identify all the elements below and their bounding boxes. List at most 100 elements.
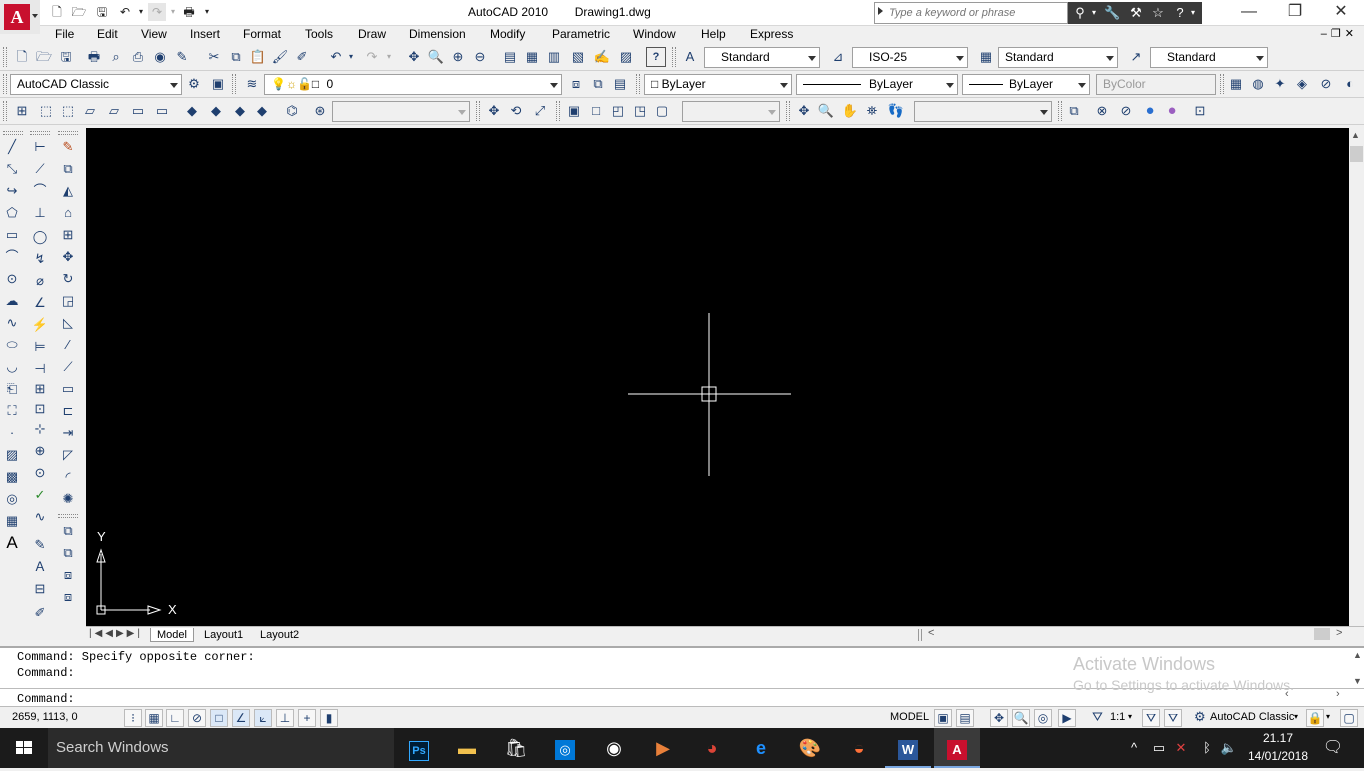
3d-fly-icon[interactable]: 👣	[886, 101, 906, 121]
spline-icon[interactable]: ∿	[2, 313, 22, 333]
aligned-dimension-icon[interactable]: ⟋	[30, 159, 50, 179]
minimize-button[interactable]: —	[1226, 0, 1272, 26]
object-snap-tracking-icon[interactable]: ⟀	[254, 709, 272, 727]
back-view-icon[interactable]: ▭	[152, 101, 172, 121]
offset-icon[interactable]: ⌂	[58, 203, 78, 223]
polyline-icon[interactable]: ↪	[2, 181, 22, 201]
dimension-text-edit-icon[interactable]: ✎	[30, 535, 50, 555]
copy-object-icon[interactable]: ⧉	[58, 159, 78, 179]
chrome-app-icon[interactable]: ◕	[689, 728, 735, 768]
tray-overflow-icon[interactable]: ^	[1126, 728, 1142, 768]
ordinate-dimension-icon[interactable]: ⊥	[30, 203, 50, 223]
trim-icon[interactable]: ⁄	[58, 335, 78, 355]
arc-icon[interactable]: ⌒	[2, 247, 22, 267]
scale-icon[interactable]: ◲	[58, 291, 78, 311]
left-view-icon[interactable]: ▱	[80, 101, 100, 121]
inspection-icon[interactable]: ⊙	[30, 463, 50, 483]
polygon-icon[interactable]: ⬠	[2, 203, 22, 223]
close-button[interactable]: ✕	[1318, 0, 1364, 26]
clock-time[interactable]: 21.17	[1248, 731, 1308, 745]
toolbar-grip[interactable]	[3, 74, 7, 94]
qplot-icon[interactable]: 🖶	[180, 3, 198, 21]
command-prompt[interactable]: Command:	[17, 692, 75, 706]
publish-icon[interactable]: ⎙	[128, 47, 148, 67]
annotation-scale-value[interactable]: 1:1	[1110, 711, 1125, 723]
toolbar-grip[interactable]	[3, 101, 7, 121]
qundo-dropdown-icon[interactable]: ▾	[136, 3, 146, 21]
render-materials-icon[interactable]: ◈	[1292, 74, 1312, 94]
menu-file[interactable]: File	[55, 27, 74, 41]
tab-layout2[interactable]: Layout2	[260, 628, 299, 642]
favorites-star-icon[interactable]: ☆	[1150, 5, 1166, 21]
move-icon[interactable]: ✥	[58, 247, 78, 267]
save-icon[interactable]: 🖫	[56, 47, 76, 67]
center-mark-icon[interactable]: ⊕	[30, 441, 50, 461]
paint-app-icon[interactable]: 🎨	[787, 728, 833, 768]
named-views-icon[interactable]: ⊛	[310, 101, 330, 121]
menu-draw[interactable]: Draw	[358, 27, 386, 41]
subscription-center-icon[interactable]: 🔧	[1104, 5, 1120, 21]
auto-scale-icon[interactable]: ⛛	[1164, 709, 1182, 727]
search-dropdown-icon[interactable]: ▾	[1090, 5, 1098, 21]
undo-dropdown-icon[interactable]: ▾	[346, 47, 356, 67]
diameter-dimension-icon[interactable]: ⌀	[30, 271, 50, 291]
tool-palettes-icon[interactable]: ▥	[544, 47, 564, 67]
steeringwheel-icon[interactable]: ◎	[1034, 709, 1052, 727]
camera-app-icon[interactable]: ◎	[542, 728, 588, 768]
continue-dimension-icon[interactable]: ⊣	[30, 359, 50, 379]
qopen-icon[interactable]: 🗁	[70, 3, 88, 21]
multiline-text-icon[interactable]: A	[2, 533, 22, 553]
layer-properties-manager-icon[interactable]: ≋	[242, 74, 262, 94]
pan-status-icon[interactable]: ✥	[990, 709, 1008, 727]
quick-dimension-icon[interactable]: ⚡	[30, 315, 50, 335]
grid-display-icon[interactable]: ∟	[166, 709, 184, 727]
document-window-controls[interactable]: –❐✕	[1321, 27, 1358, 40]
ne-iso-view-icon[interactable]: ◆	[230, 101, 250, 121]
layer-previous-icon[interactable]: ⧉	[588, 74, 608, 94]
ortho-mode-icon[interactable]: ⊘	[188, 709, 206, 727]
draworder-front-icon[interactable]: ⧉	[58, 521, 78, 541]
rotate-icon[interactable]: ↻	[58, 269, 78, 289]
table-style-icon[interactable]: ▦	[976, 47, 996, 67]
jogged-linear-icon[interactable]: ✓	[30, 485, 50, 505]
menu-dimension[interactable]: Dimension	[409, 27, 466, 41]
3d-pan-icon[interactable]: ✋	[840, 101, 860, 121]
join-icon[interactable]: ⇥	[58, 423, 78, 443]
dimension-update-icon[interactable]: Ａ	[30, 557, 50, 577]
infer-constraints-icon[interactable]: ⁝	[124, 709, 142, 727]
menu-tools[interactable]: Tools	[305, 27, 333, 41]
properties-icon[interactable]: ▤	[500, 47, 520, 67]
ducs-icon[interactable]: ⊥	[276, 709, 294, 727]
toolbar-grip[interactable]	[786, 101, 790, 121]
binoculars-search-icon[interactable]: ⚲	[1072, 5, 1088, 21]
ellipse-arc-icon[interactable]: ◡	[2, 357, 22, 377]
color-control-combo[interactable]: □ ByLayer	[644, 74, 792, 95]
toolbar-grip[interactable]	[1058, 101, 1062, 121]
workspace-switching-dropdown-icon[interactable]: ▾	[1294, 712, 1298, 721]
2d-wireframe-icon[interactable]: ⊗	[1092, 101, 1112, 121]
line-icon[interactable]: ╱	[2, 137, 22, 157]
toolbar-grip[interactable]	[636, 74, 640, 94]
mleader-style-icon[interactable]: ↗	[1126, 47, 1146, 67]
start-button[interactable]	[0, 728, 48, 768]
model-space-label[interactable]: MODEL	[890, 711, 929, 723]
3d-orbit-icon[interactable]: ✥	[794, 101, 814, 121]
extend-icon[interactable]: ⟋	[58, 357, 78, 377]
toolbar-grip[interactable]	[3, 47, 7, 67]
my-workspace-icon[interactable]: ▣	[208, 74, 228, 94]
3d-move-icon[interactable]: ✥	[484, 101, 504, 121]
3d-zoom-icon[interactable]: 🔍	[816, 101, 836, 121]
groove-app-icon[interactable]: ◉	[591, 728, 637, 768]
bluetooth-icon[interactable]: ᛒ	[1198, 728, 1216, 768]
camera-icon[interactable]: ⌬	[282, 101, 302, 121]
edge-app-icon[interactable]: e	[738, 728, 784, 768]
search-collapse-icon[interactable]	[878, 7, 883, 15]
right-view-icon[interactable]: ▱	[104, 101, 124, 121]
zoom-status-icon[interactable]: 🔍	[1012, 709, 1030, 727]
annotation-scale-dropdown-icon[interactable]: ▾	[1128, 712, 1132, 721]
toolbar-grip[interactable]	[672, 47, 676, 67]
firefox-app-icon[interactable]: ◒	[836, 728, 882, 768]
communication-center-icon[interactable]: ⚒	[1128, 5, 1144, 21]
toolbar-grip[interactable]	[1220, 74, 1224, 94]
polygonal-viewport-icon[interactable]: ◰	[608, 101, 628, 121]
